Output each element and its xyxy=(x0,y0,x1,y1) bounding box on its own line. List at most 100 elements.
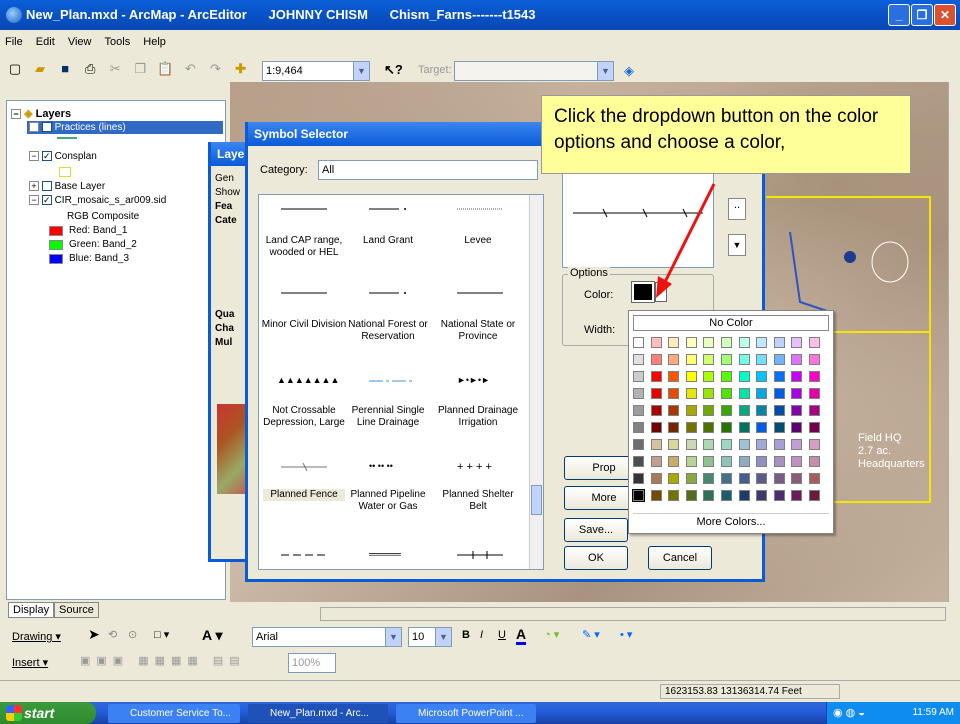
color-swatch[interactable] xyxy=(721,388,732,399)
drawing-menu[interactable]: Drawing ▾ xyxy=(12,630,61,643)
more-colors-button[interactable]: More Colors... xyxy=(633,513,829,529)
color-swatch[interactable] xyxy=(703,422,715,433)
color-swatch[interactable] xyxy=(738,405,750,416)
symbol-planned-shelter[interactable]: Planned Shelter Belt xyxy=(433,489,523,513)
marker-color-button[interactable]: • ▾ xyxy=(620,628,632,641)
color-swatch[interactable] xyxy=(791,490,803,501)
color-swatch[interactable] xyxy=(756,337,768,348)
color-swatch[interactable] xyxy=(738,439,750,450)
symbol-minor-civil[interactable]: Minor Civil Division xyxy=(259,319,349,331)
color-swatch[interactable] xyxy=(650,405,662,416)
symbol-perennial[interactable]: Perennial Single Line Drainage xyxy=(343,405,433,429)
color-swatch[interactable] xyxy=(685,473,697,484)
bold-button[interactable]: B xyxy=(462,629,470,641)
color-swatch[interactable] xyxy=(721,371,732,382)
color-swatch[interactable] xyxy=(685,354,697,365)
color-swatch[interactable] xyxy=(650,354,662,365)
color-swatch[interactable] xyxy=(791,371,803,382)
color-swatch[interactable] xyxy=(633,354,644,365)
color-swatch[interactable] xyxy=(756,473,768,484)
color-swatch[interactable] xyxy=(685,337,697,348)
color-swatch[interactable] xyxy=(650,456,662,467)
cancel-button[interactable]: Cancel xyxy=(648,546,712,570)
color-swatch[interactable] xyxy=(632,489,645,502)
symbol-land-cap[interactable]: Land CAP range, wooded or HEL xyxy=(259,235,349,259)
symbol-national-state[interactable]: National State or Province xyxy=(433,319,523,343)
italic-button[interactable]: I xyxy=(480,629,483,641)
toc-item-base-layer[interactable]: + Base Layer xyxy=(29,181,105,192)
save-icon[interactable]: ■ xyxy=(54,58,76,80)
toc-item-practices[interactable]: − ✓ Practices (lines) xyxy=(27,121,223,134)
rectangle-icon[interactable]: □ ▾ xyxy=(154,628,169,641)
font-color-button[interactable]: A xyxy=(516,626,527,645)
color-swatch[interactable] xyxy=(721,439,732,450)
color-swatch[interactable] xyxy=(650,439,662,450)
color-swatch[interactable] xyxy=(791,439,803,450)
color-swatch[interactable] xyxy=(703,473,715,484)
color-swatch[interactable] xyxy=(809,456,820,467)
color-swatch[interactable] xyxy=(756,456,768,467)
color-swatch[interactable] xyxy=(721,490,732,501)
color-swatch[interactable] xyxy=(668,439,680,450)
color-swatch[interactable] xyxy=(633,422,644,433)
color-swatch[interactable] xyxy=(650,388,662,399)
color-swatch[interactable] xyxy=(809,337,820,348)
color-swatch[interactable] xyxy=(650,473,662,484)
color-swatch[interactable] xyxy=(738,456,750,467)
color-swatch[interactable] xyxy=(703,337,715,348)
map-vertical-scrollbar[interactable] xyxy=(948,82,960,602)
color-swatch[interactable] xyxy=(633,473,644,484)
maximize-button[interactable]: ❐ xyxy=(911,4,933,26)
ok-button[interactable]: OK xyxy=(564,546,628,570)
close-button[interactable]: ✕ xyxy=(934,4,956,26)
menu-view[interactable]: View xyxy=(63,33,97,51)
color-swatch[interactable] xyxy=(756,354,768,365)
color-swatch[interactable] xyxy=(738,354,750,365)
color-swatch[interactable] xyxy=(791,354,803,365)
color-swatch[interactable] xyxy=(738,473,750,484)
text-tool-icon[interactable]: A ▾ xyxy=(202,627,223,644)
layout-icons[interactable]: ▣▣▣ ▦▦▦▦ ▤▤ xyxy=(80,654,246,667)
font-size-combo[interactable]: 10 ▼ xyxy=(408,627,452,647)
color-swatch[interactable] xyxy=(668,337,680,348)
color-swatch[interactable] xyxy=(668,456,680,467)
color-swatch[interactable] xyxy=(809,422,820,433)
color-swatch[interactable] xyxy=(703,354,715,365)
color-swatch[interactable] xyxy=(685,405,697,416)
color-swatch[interactable] xyxy=(668,371,680,382)
scale-combo[interactable]: 1:9,464 ▼ xyxy=(262,61,370,81)
color-swatch[interactable] xyxy=(703,371,715,382)
task-powerpoint[interactable]: Microsoft PowerPoint ... xyxy=(396,704,536,723)
editor-icon[interactable]: ◈ xyxy=(618,60,640,82)
color-swatch[interactable] xyxy=(650,422,662,433)
color-swatch[interactable] xyxy=(773,371,785,382)
color-swatch[interactable] xyxy=(633,388,644,399)
minimize-button[interactable]: _ xyxy=(888,4,910,26)
color-swatch[interactable] xyxy=(809,405,820,416)
font-combo[interactable]: Arial ▼ xyxy=(252,627,402,647)
menu-edit[interactable]: Edit xyxy=(31,33,60,51)
color-swatch[interactable] xyxy=(721,422,732,433)
color-swatch[interactable] xyxy=(685,371,697,382)
symbol-not-crossable[interactable]: Not Crossable Depression, Large xyxy=(259,405,349,429)
color-swatch[interactable] xyxy=(738,337,750,348)
zoom-whole-icon[interactable]: ⊙ xyxy=(128,628,137,641)
color-swatch[interactable] xyxy=(791,456,803,467)
color-swatch[interactable] xyxy=(791,337,803,348)
toc-item-cir-mosaic[interactable]: − ✓ CIR_mosaic_s_ar009.sid xyxy=(29,195,166,206)
cut-icon[interactable]: ✂ xyxy=(104,58,126,80)
color-swatch[interactable] xyxy=(809,388,820,399)
color-swatch[interactable] xyxy=(703,490,715,501)
color-swatch[interactable] xyxy=(685,456,697,467)
color-swatch[interactable] xyxy=(809,473,820,484)
color-swatch[interactable] xyxy=(703,388,715,399)
color-swatch[interactable] xyxy=(773,354,785,365)
color-swatch[interactable] xyxy=(756,490,768,501)
color-swatch[interactable] xyxy=(668,422,680,433)
target-combo[interactable]: ▼ xyxy=(454,61,614,81)
task-new-plan[interactable]: New_Plan.mxd - Arc... xyxy=(248,704,388,723)
color-swatch[interactable] xyxy=(791,422,803,433)
color-swatch[interactable] xyxy=(703,456,715,467)
new-icon[interactable]: ▢ xyxy=(4,58,26,80)
color-swatch[interactable] xyxy=(809,439,820,450)
